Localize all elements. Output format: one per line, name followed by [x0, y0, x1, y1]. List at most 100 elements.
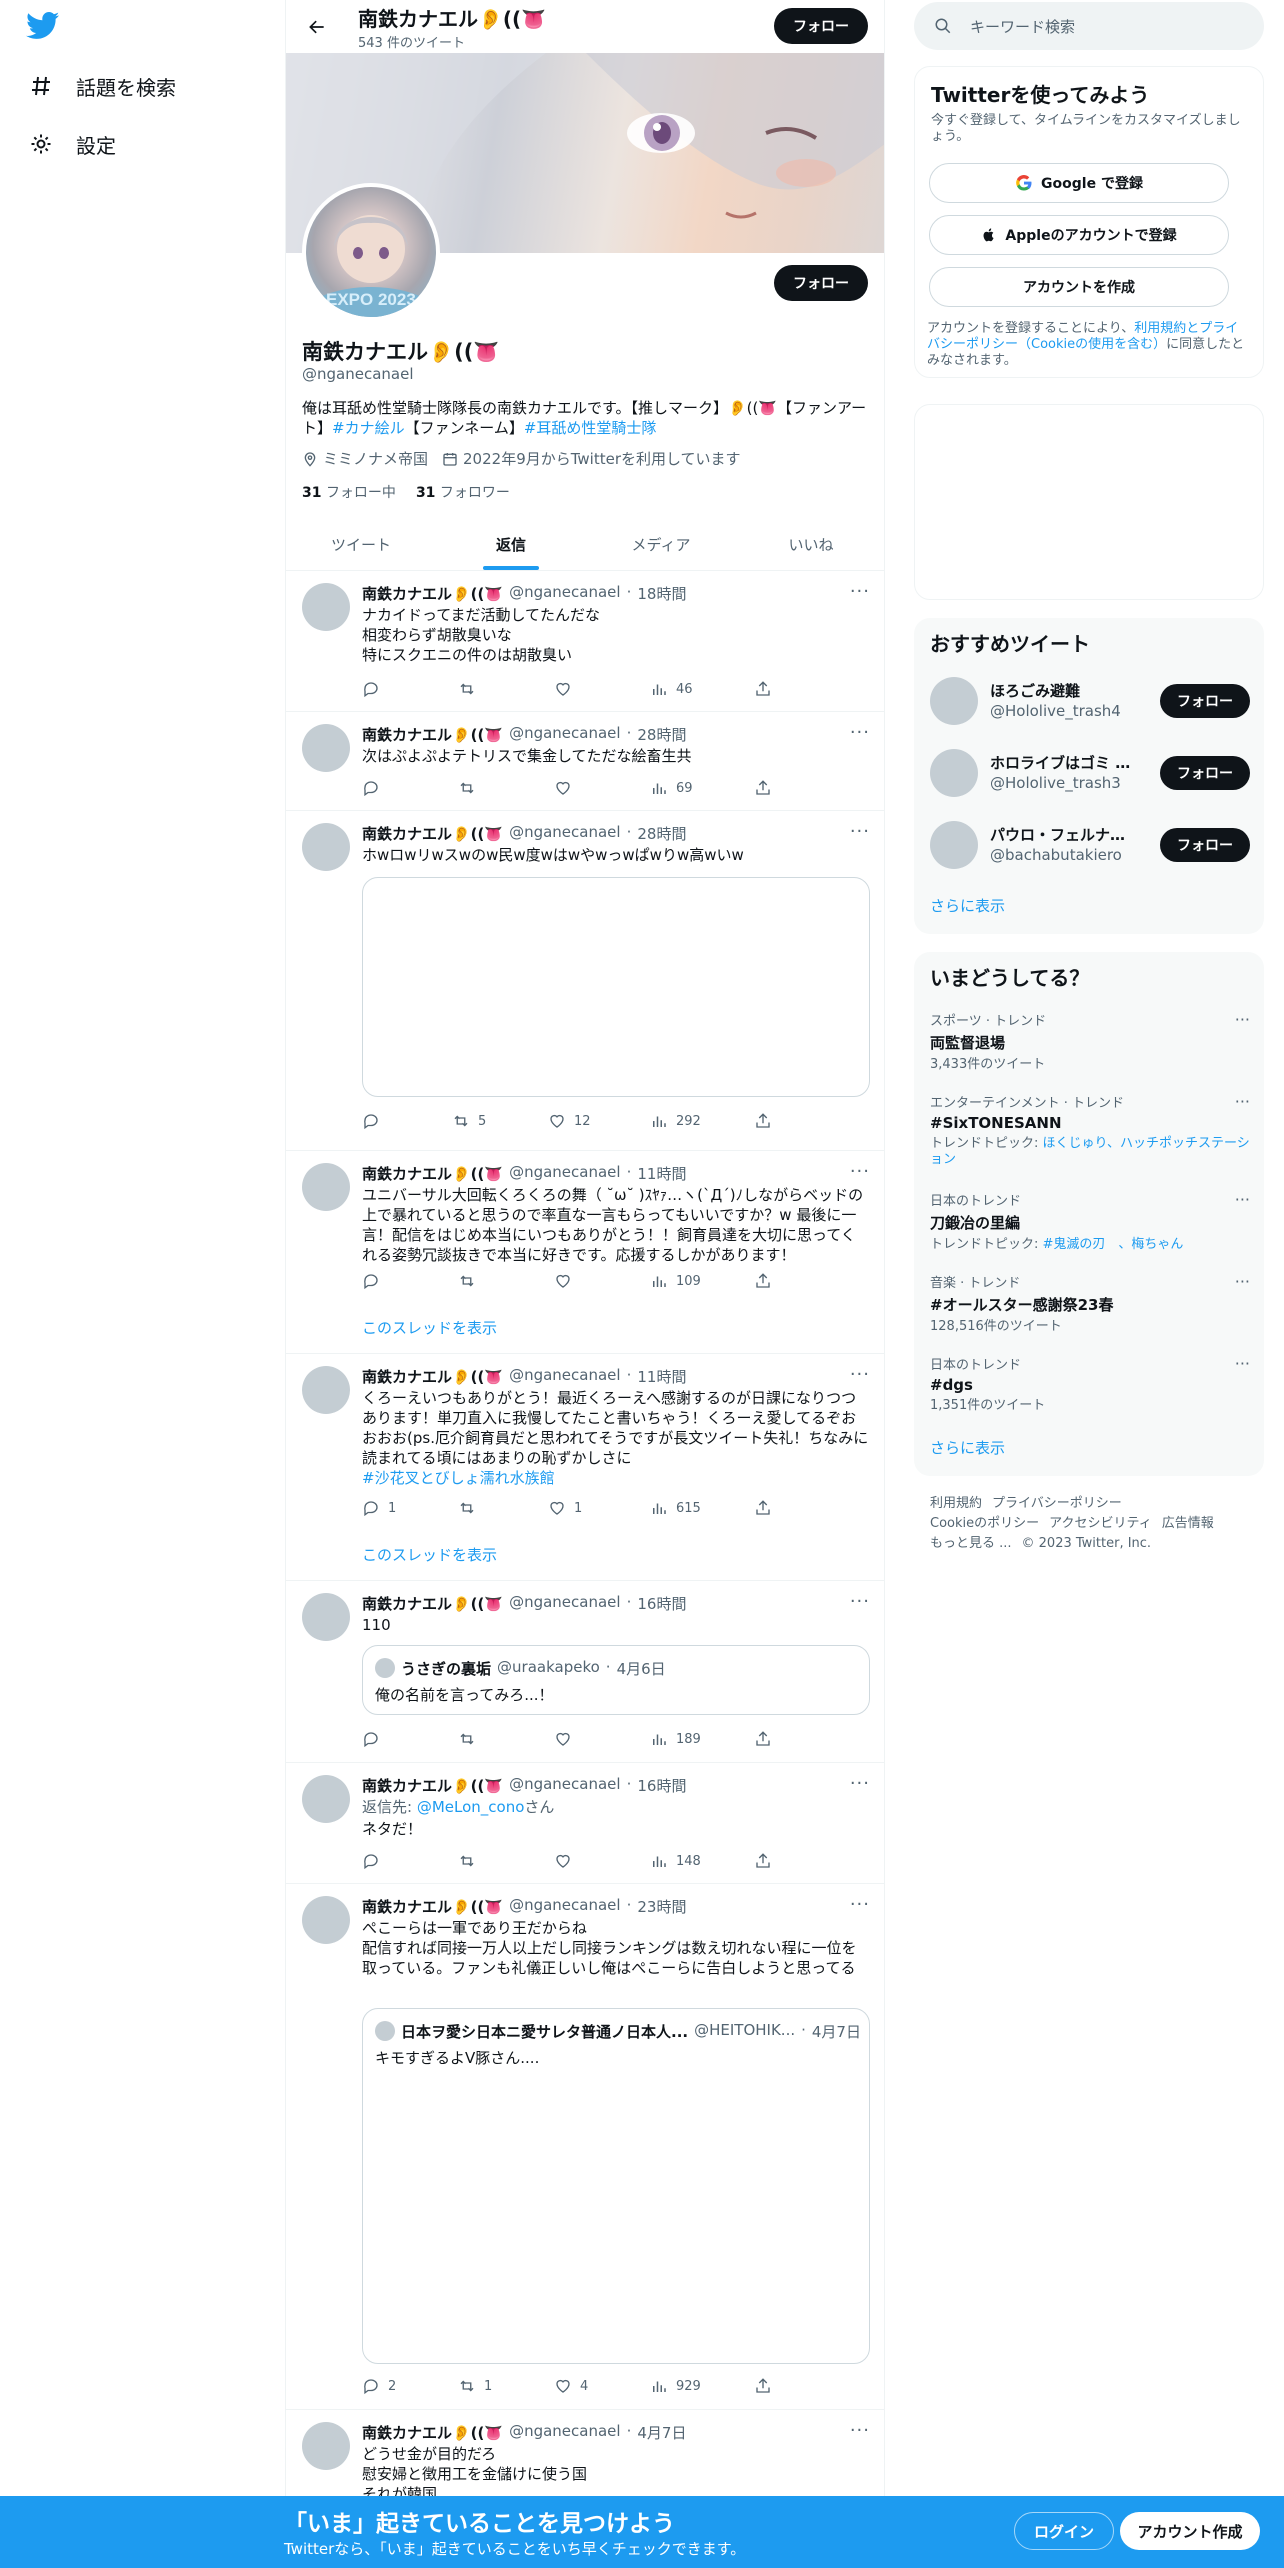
more-icon[interactable]: ···: [1235, 1354, 1250, 1373]
trend-item[interactable]: 音楽 · トレンド #オールスター感謝祭23春 128,516件のツイート ··…: [930, 1272, 1250, 1335]
views-button[interactable]: 148: [650, 1851, 701, 1871]
reply-button[interactable]: [362, 1271, 380, 1291]
trend-item[interactable]: エンターテインメント · トレンド #SixTONESANN トレンドトピック:…: [930, 1092, 1250, 1168]
share-button[interactable]: [754, 1498, 772, 1518]
retweet-button[interactable]: [458, 1271, 476, 1291]
tweet-author-name[interactable]: 南鉄カナエル👂((👅: [362, 1593, 503, 1614]
profile-avatar[interactable]: EXPO 2023: [302, 183, 440, 321]
views-button[interactable]: 46: [650, 679, 693, 699]
tweet-author-name[interactable]: 南鉄カナエル👂((👅: [362, 1366, 503, 1387]
tweet-author-handle[interactable]: @nganecanael: [509, 1593, 621, 1614]
share-button[interactable]: [754, 2376, 772, 2396]
like-button[interactable]: [554, 1271, 572, 1291]
tweet-avatar[interactable]: [302, 1775, 350, 1823]
footer-ads[interactable]: 広告情報: [1162, 1516, 1214, 1531]
tweet-media[interactable]: [362, 877, 870, 1097]
tweet-author-name[interactable]: 南鉄カナエル👂((👅: [362, 1896, 503, 1917]
tweet[interactable]: 南鉄カナエル👂((👅 @nganecanael · 16時間 ··· 返信先: @Me…: [286, 1763, 884, 1884]
like-button[interactable]: 4: [554, 2376, 588, 2396]
profile-follow-button[interactable]: フォロー: [774, 265, 868, 301]
tweet-time[interactable]: 11時間: [637, 1366, 686, 1387]
tweet-author-handle[interactable]: @nganecanael: [509, 1163, 621, 1184]
retweet-button[interactable]: [458, 1729, 476, 1749]
tweet-time[interactable]: 4月7日: [637, 2422, 686, 2443]
tweet-hashtag[interactable]: #沙花叉とびしょ濡れ水族館: [362, 1469, 555, 1487]
like-button[interactable]: 1: [548, 1498, 582, 1518]
apple-signup-button[interactable]: Appleのアカウントで登録: [929, 215, 1229, 255]
followers-link[interactable]: 31 フォロワー: [416, 482, 510, 502]
tweet[interactable]: 南鉄カナエル👂((👅 @nganecanael · 11時間 ··· ユニバーサル大回…: [286, 1151, 884, 1354]
retweet-button[interactable]: [458, 1851, 476, 1871]
tweet-author-handle[interactable]: @nganecanael: [509, 1366, 621, 1387]
tweet-author-handle[interactable]: @nganecanael: [509, 724, 621, 745]
rec-show-more-link[interactable]: さらに表示: [930, 898, 1005, 914]
like-button[interactable]: [554, 778, 572, 798]
share-button[interactable]: [754, 1851, 772, 1871]
search-box[interactable]: キーワード検索: [914, 2, 1264, 50]
tweet[interactable]: 南鉄カナエル👂((👅 @nganecanael · 23時間 ··· ぺこーらは一軍で…: [286, 1884, 884, 2410]
rec-follow-button[interactable]: フォロー: [1160, 828, 1250, 862]
trend-item[interactable]: 日本のトレンド 刀鍛冶の里編 トレンドトピック: #鬼滅の刃 、梅ちゃん ···: [930, 1190, 1250, 1253]
views-button[interactable]: 292: [650, 1111, 701, 1131]
rec-follow-button[interactable]: フォロー: [1160, 684, 1250, 718]
tweet-time[interactable]: 16時間: [637, 1775, 686, 1796]
bio-hashtag-1[interactable]: #カナ絵ル: [332, 419, 405, 437]
like-button[interactable]: [554, 679, 572, 699]
views-button[interactable]: 69: [650, 778, 693, 798]
footer-accessibility[interactable]: アクセシビリティ: [1049, 1516, 1152, 1531]
reply-button[interactable]: 1: [362, 1498, 396, 1518]
tweet-avatar[interactable]: [302, 1366, 350, 1414]
tweet-time[interactable]: 11時間: [637, 1163, 686, 1184]
views-button[interactable]: 189: [650, 1729, 701, 1749]
tweet-author-name[interactable]: 南鉄カナエル👂((👅: [362, 823, 503, 844]
tweet-author-handle[interactable]: @nganecanael: [509, 823, 621, 844]
tweet-avatar[interactable]: [302, 724, 350, 772]
tweet-avatar[interactable]: [302, 1163, 350, 1211]
trend-item[interactable]: スポーツ · トレンド 両監督退場 3,433件のツイート ···: [930, 1010, 1250, 1073]
trend-item[interactable]: 日本のトレンド #dgs 1,351件のツイート ···: [930, 1354, 1250, 1414]
tweet-time[interactable]: 23時間: [637, 1896, 686, 1917]
rec-avatar[interactable]: [930, 821, 978, 869]
rec-follow-button[interactable]: フォロー: [1160, 756, 1250, 790]
more-icon[interactable]: ···: [850, 2420, 870, 2441]
more-icon[interactable]: ···: [1235, 1092, 1250, 1111]
footer-more[interactable]: もっと見る ...: [930, 1536, 1012, 1551]
tweet-avatar[interactable]: [302, 823, 350, 871]
header-follow-button[interactable]: フォロー: [774, 8, 868, 44]
tweet-author-name[interactable]: 南鉄カナエル👂((👅: [362, 724, 503, 745]
quoted-tweet[interactable]: 日本ヲ愛シ日本ニ愛サレタ普通ノ日本人... @HEITOHIK... · 4月7日 キ…: [362, 2008, 870, 2364]
tweet-author-handle[interactable]: @nganecanael: [509, 583, 621, 604]
rec-name[interactable]: ホロライブはゴミ 3rd: [990, 752, 1140, 773]
rec-name[interactable]: ほろごみ避難: [990, 680, 1140, 701]
tweet-avatar[interactable]: [302, 583, 350, 631]
tweet-avatar[interactable]: [302, 2422, 350, 2470]
views-button[interactable]: 929: [650, 2376, 701, 2396]
tab-likes[interactable]: いいね: [736, 518, 884, 570]
reply-button[interactable]: 2: [362, 2376, 396, 2396]
tweet-author-name[interactable]: 南鉄カナエル👂((👅: [362, 1775, 503, 1796]
tweet[interactable]: 南鉄カナエル👂((👅 @nganecanael · 28時間 ··· ホwロwリwスw…: [286, 811, 884, 1151]
rec-avatar[interactable]: [930, 749, 978, 797]
trends-show-more-link[interactable]: さらに表示: [930, 1440, 1005, 1456]
more-icon[interactable]: ···: [850, 722, 870, 743]
retweet-button[interactable]: [458, 778, 476, 798]
tweet-time[interactable]: 18時間: [637, 583, 686, 604]
nav-explore[interactable]: 話題を検索: [28, 66, 176, 106]
footer-terms[interactable]: 利用規約: [930, 1496, 982, 1511]
tweet-avatar[interactable]: [302, 1896, 350, 1944]
tweet-author-name[interactable]: 南鉄カナエル👂((👅: [362, 2422, 503, 2443]
share-button[interactable]: [754, 679, 772, 699]
create-account-button[interactable]: アカウントを作成: [929, 267, 1229, 307]
reply-button[interactable]: [362, 1111, 380, 1131]
more-icon[interactable]: ···: [1235, 1010, 1250, 1029]
tweet[interactable]: 南鉄カナエル👂((👅 @nganecanael · 16時間 ··· 110 うさぎの…: [286, 1581, 884, 1763]
retweet-button[interactable]: 1: [458, 2376, 492, 2396]
tweet[interactable]: 南鉄カナエル👂((👅 @nganecanael · 18時間 ··· ナカイドってまだ…: [286, 571, 884, 712]
trend-topics-link[interactable]: #鬼滅の刃 、梅ちゃん: [1043, 1237, 1184, 1252]
tweet-time[interactable]: 16時間: [637, 1593, 686, 1614]
replying-to-handle[interactable]: @MeLon_cono: [417, 1798, 525, 1816]
retweet-button[interactable]: [458, 679, 476, 699]
tweet[interactable]: 南鉄カナエル👂((👅 @nganecanael · 28時間 ··· 次はぷよぷよテト…: [286, 712, 884, 811]
nav-settings[interactable]: 設定: [28, 124, 116, 164]
reply-button[interactable]: [362, 1851, 380, 1871]
